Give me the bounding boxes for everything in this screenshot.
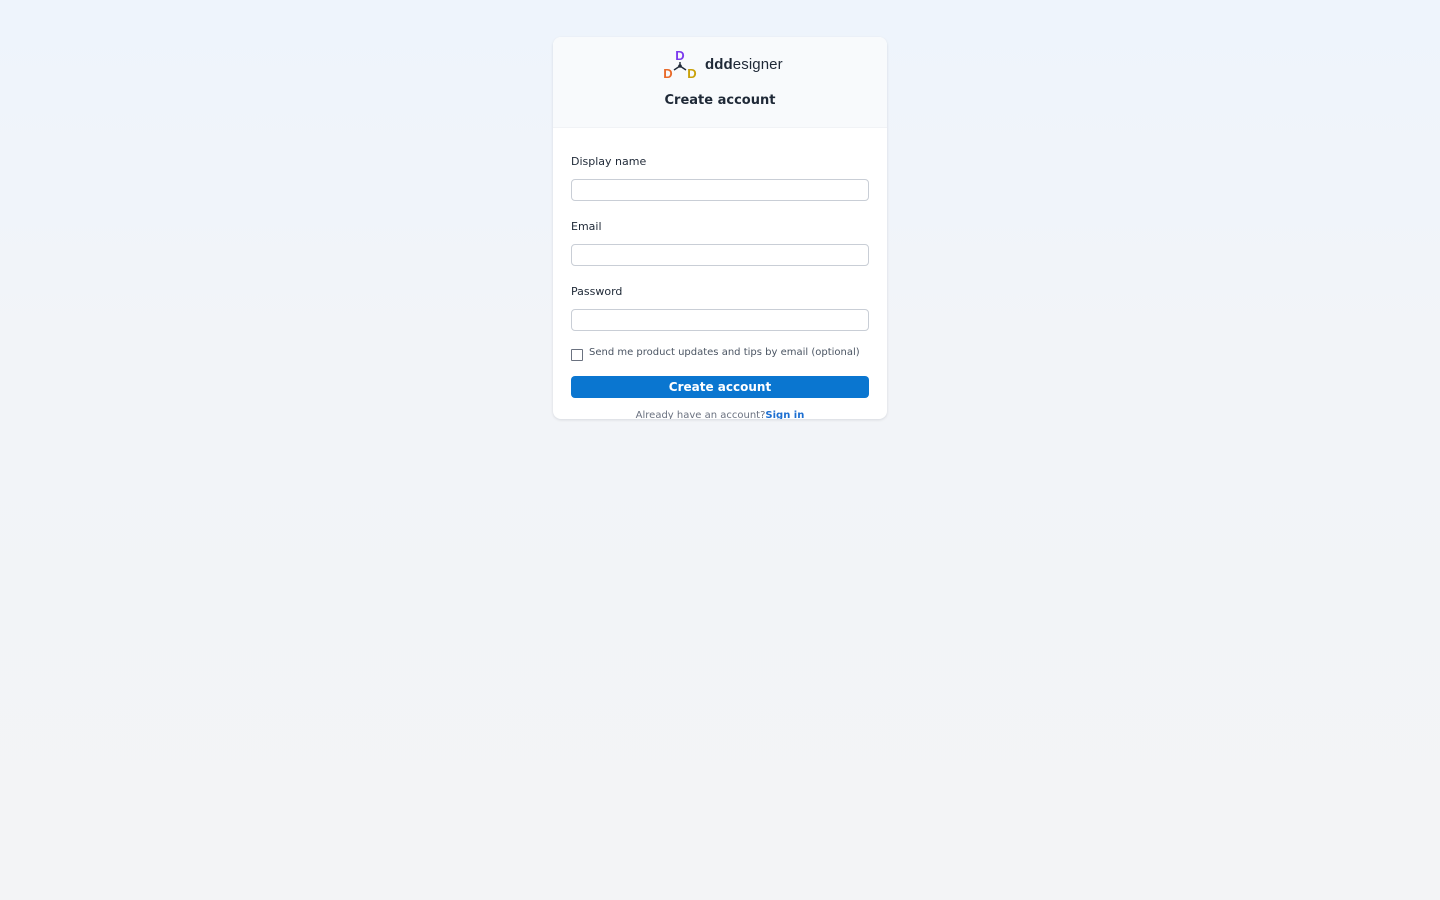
marketing-opt-in-checkbox[interactable]: [571, 349, 583, 361]
display-name-field: Display name: [571, 155, 869, 201]
signin-prompt-text: Already have an account?: [635, 410, 766, 419]
brand-logo: D D D dddesigner: [661, 48, 783, 80]
logo-mark-icon: D D D: [663, 48, 696, 80]
create-account-button[interactable]: Create account: [571, 376, 869, 398]
page-title: Create account: [664, 93, 776, 108]
signup-form: Display name Email Password Send me prod…: [571, 155, 869, 419]
logo-letter-top: D: [675, 48, 684, 63]
logo-wordmark-bold: ddd: [705, 55, 733, 73]
logo-wordmark: dddesigner: [705, 56, 783, 73]
logo-letter-left: D: [663, 66, 672, 80]
signup-card: D D D dddesigner Create account Display …: [553, 37, 887, 419]
card-header: D D D dddesigner Create account: [553, 37, 887, 128]
signin-prompt: Already have an account?Sign in: [571, 409, 869, 419]
password-label: Password: [571, 285, 623, 298]
email-input[interactable]: [571, 244, 869, 266]
marketing-opt-in-row: Send me product updates and tips by emai…: [571, 346, 869, 361]
display-name-input[interactable]: [571, 179, 869, 201]
marketing-opt-in-label[interactable]: Send me product updates and tips by emai…: [589, 346, 860, 360]
sign-in-link[interactable]: Sign in: [765, 410, 804, 419]
password-field: Password: [571, 285, 869, 331]
email-label: Email: [571, 220, 602, 233]
display-name-label: Display name: [571, 155, 647, 168]
password-input[interactable]: [571, 309, 869, 331]
logo-wordmark-rest: esigner: [732, 55, 783, 73]
email-field: Email: [571, 220, 869, 266]
logo-letter-right: D: [687, 66, 696, 80]
